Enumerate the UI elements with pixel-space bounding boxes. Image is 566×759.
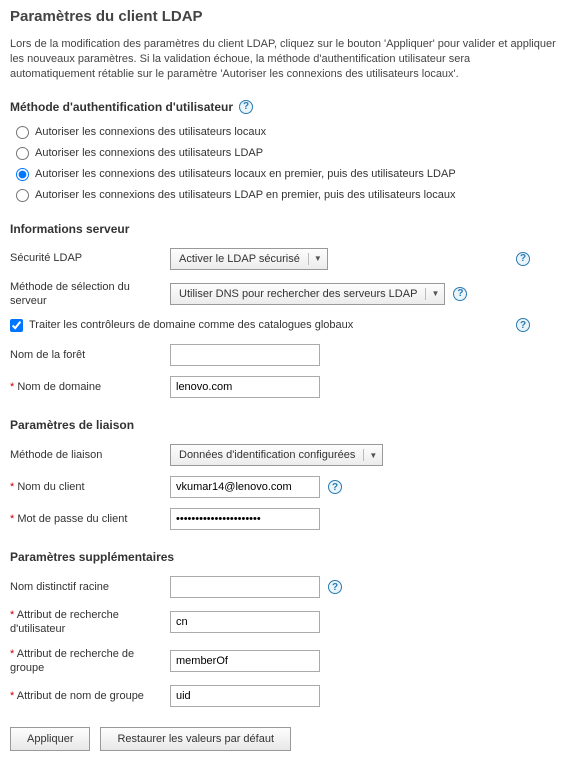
help-icon[interactable]: ? bbox=[328, 580, 342, 594]
binding-section: Paramètres de liaison Méthode de liaison… bbox=[10, 418, 556, 530]
binding-method-label: Méthode de liaison bbox=[10, 448, 170, 462]
binding-method-select[interactable]: Données d'identification configurées ▼ bbox=[170, 444, 383, 466]
selection-label: Méthode de sélection du serveur bbox=[10, 280, 170, 309]
domain-label: Nom de domaine bbox=[10, 380, 170, 394]
help-icon[interactable]: ? bbox=[239, 100, 253, 114]
server-heading: Informations serveur bbox=[10, 222, 556, 236]
treat-dc-checkbox[interactable] bbox=[10, 319, 23, 332]
forest-label: Nom de la forêt bbox=[10, 348, 170, 362]
group-name-label: Attribut de nom de groupe bbox=[10, 689, 170, 703]
selection-select-value: Utiliser DNS pour rechercher des serveur… bbox=[171, 288, 426, 300]
client-name-input[interactable] bbox=[170, 476, 320, 498]
root-dn-input[interactable] bbox=[170, 576, 320, 598]
radio-input[interactable] bbox=[16, 168, 29, 181]
auth-option-3[interactable]: Autoriser les connexions des utilisateur… bbox=[16, 189, 556, 202]
root-dn-label: Nom distinctif racine bbox=[10, 580, 170, 594]
treat-dc-row: Traiter les contrôleurs de domaine comme… bbox=[10, 318, 530, 332]
chevron-down-icon: ▼ bbox=[364, 451, 382, 460]
chevron-down-icon: ▼ bbox=[309, 254, 327, 263]
extra-heading: Paramètres supplémentaires bbox=[10, 550, 556, 564]
auth-option-label: Autoriser les connexions des utilisateur… bbox=[35, 126, 266, 138]
client-password-label: Mot de passe du client bbox=[10, 512, 170, 526]
auth-option-0[interactable]: Autoriser les connexions des utilisateur… bbox=[16, 126, 556, 139]
forest-input[interactable] bbox=[170, 344, 320, 366]
page-title: Paramètres du client LDAP bbox=[10, 8, 556, 25]
user-search-label: Attribut de recherche d'utilisateur bbox=[10, 608, 170, 637]
group-search-input[interactable] bbox=[170, 650, 320, 672]
chevron-down-icon: ▼ bbox=[426, 289, 444, 298]
help-icon[interactable]: ? bbox=[516, 252, 530, 266]
auth-option-label: Autoriser les connexions des utilisateur… bbox=[35, 147, 263, 159]
security-select[interactable]: Activer le LDAP sécurisé ▼ bbox=[170, 248, 328, 270]
radio-input[interactable] bbox=[16, 147, 29, 160]
binding-method-value: Données d'identification configurées bbox=[171, 449, 364, 461]
client-name-label: Nom du client bbox=[10, 480, 170, 494]
intro-text: Lors de la modification des paramètres d… bbox=[10, 37, 556, 82]
help-icon[interactable]: ? bbox=[516, 318, 530, 332]
domain-input[interactable] bbox=[170, 376, 320, 398]
auth-option-1[interactable]: Autoriser les connexions des utilisateur… bbox=[16, 147, 556, 160]
extra-section: Paramètres supplémentaires Nom distincti… bbox=[10, 550, 556, 707]
binding-heading: Paramètres de liaison bbox=[10, 418, 556, 432]
auth-option-2[interactable]: Autoriser les connexions des utilisateur… bbox=[16, 168, 556, 181]
restore-defaults-button[interactable]: Restaurer les valeurs par défaut bbox=[100, 727, 291, 751]
security-label: Sécurité LDAP bbox=[10, 251, 170, 265]
radio-input[interactable] bbox=[16, 126, 29, 139]
apply-button[interactable]: Appliquer bbox=[10, 727, 90, 751]
radio-input[interactable] bbox=[16, 189, 29, 202]
group-name-input[interactable] bbox=[170, 685, 320, 707]
auth-option-label: Autoriser les connexions des utilisateur… bbox=[35, 189, 455, 201]
group-search-label: Attribut de recherche de groupe bbox=[10, 647, 170, 676]
server-info-section: Informations serveur Sécurité LDAP Activ… bbox=[10, 222, 556, 399]
button-row: Appliquer Restaurer les valeurs par défa… bbox=[10, 727, 556, 751]
auth-heading: Méthode d'authentification d'utilisateur bbox=[10, 100, 233, 114]
auth-option-label: Autoriser les connexions des utilisateur… bbox=[35, 168, 456, 180]
treat-dc-label: Traiter les contrôleurs de domaine comme… bbox=[29, 319, 353, 331]
security-select-value: Activer le LDAP sécurisé bbox=[171, 253, 309, 265]
selection-select[interactable]: Utiliser DNS pour rechercher des serveur… bbox=[170, 283, 445, 305]
client-password-input[interactable] bbox=[170, 508, 320, 530]
help-icon[interactable]: ? bbox=[328, 480, 342, 494]
user-search-input[interactable] bbox=[170, 611, 320, 633]
auth-method-section: Méthode d'authentification d'utilisateur… bbox=[10, 100, 556, 202]
help-icon[interactable]: ? bbox=[453, 287, 467, 301]
